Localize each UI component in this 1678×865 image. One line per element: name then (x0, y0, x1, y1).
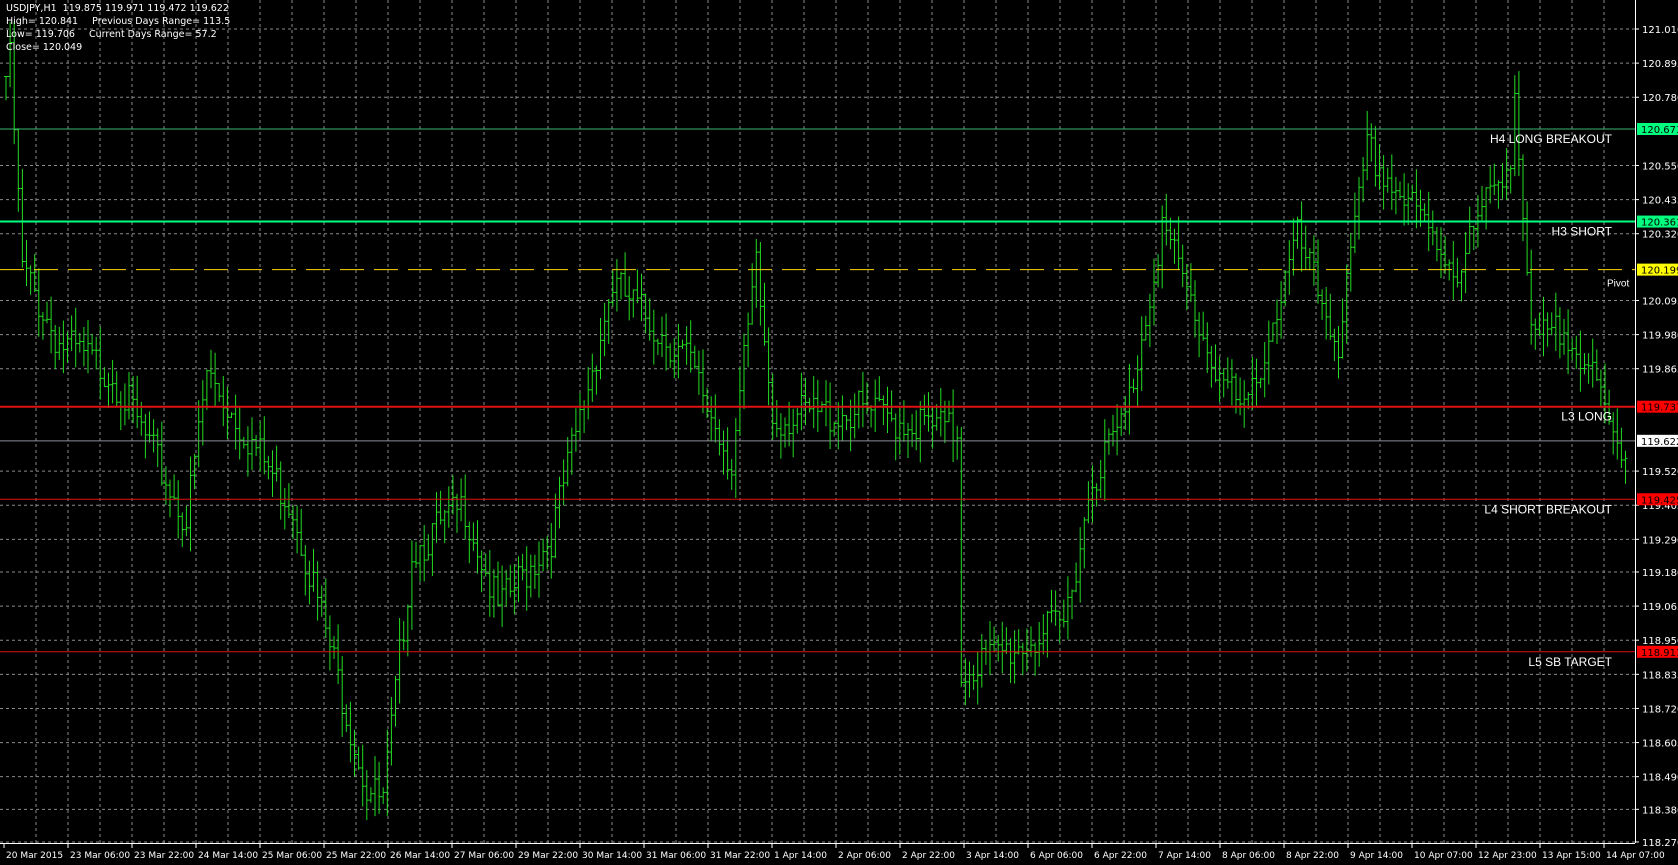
x-axis-label: 25 Mar 22:00 (326, 851, 386, 861)
price-tag-label: 119.622 (1641, 437, 1678, 448)
y-axis-label: 120.550 (1642, 161, 1678, 172)
y-axis-label: 120.895 (1642, 59, 1678, 70)
y-axis-label: 118.380 (1642, 805, 1678, 816)
x-axis-label: 2 Apr 06:00 (838, 851, 891, 861)
x-axis-label: 8 Apr 22:00 (1286, 851, 1339, 861)
x-axis-label: 25 Mar 06:00 (262, 851, 322, 861)
y-axis-label: 119.520 (1642, 467, 1678, 478)
price-tag-label: 118.911 (1641, 648, 1678, 659)
x-axis-label: 27 Mar 06:00 (454, 851, 514, 861)
price-tag-label: 120.199 (1641, 266, 1678, 277)
x-axis-label: 6 Apr 22:00 (1094, 851, 1147, 861)
price-tag-label: 120.673 (1641, 125, 1678, 136)
x-axis-label: 6 Apr 06:00 (1030, 851, 1083, 861)
level-label: L5 SB TARGET (1528, 655, 1612, 669)
price-chart[interactable]: 121.010 120.895 120.780 120.550 120.435 120.3… (0, 0, 1678, 865)
x-axis-label: 2 Apr 22:00 (902, 851, 955, 861)
previous-days-range: Previous Days Range= 113.5 (92, 16, 231, 27)
high-value: High= 120.841 (6, 16, 79, 27)
x-axis-label: 24 Mar 14:00 (198, 851, 258, 861)
x-axis-label: 8 Apr 06:00 (1222, 851, 1275, 861)
level-label: L3 LONG (1561, 410, 1612, 424)
price-tag-label: 120.361 (1641, 218, 1678, 229)
y-axis-label: 118.490 (1642, 773, 1678, 784)
x-axis-label: 29 Mar 22:00 (518, 851, 578, 861)
y-axis-label: 119.980 (1642, 331, 1678, 342)
x-axis-label: 23 Mar 22:00 (134, 851, 194, 861)
x-axis-label: 3 Apr 14:00 (966, 851, 1019, 861)
level-label: Pivot (1607, 279, 1629, 290)
x-axis-label: 1 Apr 14:00 (774, 851, 827, 861)
x-axis-label: 30 Mar 14:00 (582, 851, 642, 861)
y-axis-label: 118.950 (1642, 636, 1678, 647)
x-axis-label: 31 Mar 22:00 (710, 851, 770, 861)
y-axis-label: 118.270 (1642, 838, 1678, 849)
x-axis-label: 14 Apr 07:00 (1606, 851, 1665, 861)
y-axis-label: 120.435 (1642, 196, 1678, 207)
y-axis-label: 118.720 (1642, 704, 1678, 715)
price-tag-label: 119.425 (1641, 495, 1678, 506)
y-axis-label: 120.780 (1642, 93, 1678, 104)
close-value: Close= 120.049 (6, 42, 83, 53)
x-axis-label: 26 Mar 14:00 (390, 851, 450, 861)
x-axis-label: 10 Apr 07:00 (1414, 851, 1473, 861)
x-axis-label: 7 Apr 14:00 (1158, 851, 1211, 861)
y-axis-label: 121.010 (1642, 25, 1678, 36)
y-axis-label: 118.605 (1642, 739, 1678, 750)
y-axis-label: 119.865 (1642, 365, 1678, 376)
y-axis-label: 120.095 (1642, 296, 1678, 307)
chart-info-panel: USDJPY,H1 119.875 119.971 119.472 119.62… (6, 2, 244, 54)
y-axis-label: 119.290 (1642, 535, 1678, 546)
level-label: H3 SHORT (1552, 225, 1613, 239)
y-axis-label: 119.065 (1642, 602, 1678, 613)
x-axis-label: 12 Apr 23:00 (1478, 851, 1537, 861)
x-axis-label: 31 Mar 06:00 (646, 851, 706, 861)
y-axis-label: 120.320 (1642, 230, 1678, 241)
symbol-ohlc: USDJPY,H1 119.875 119.971 119.472 119.62… (6, 3, 229, 14)
level-label: H4 LONG BREAKOUT (1490, 132, 1613, 146)
y-axis-label: 118.835 (1642, 670, 1678, 681)
x-axis-label: 23 Mar 06:00 (70, 851, 130, 861)
level-label: L4 SHORT BREAKOUT (1484, 502, 1612, 516)
current-days-range: Current Days Range= 57.2 (88, 29, 217, 40)
x-axis-label: 13 Apr 15:00 (1542, 851, 1601, 861)
low-value: Low= 119.706 (6, 29, 75, 40)
x-axis-label: 9 Apr 14:00 (1350, 851, 1403, 861)
y-axis-label: 119.180 (1642, 568, 1678, 579)
price-tag-label: 119.737 (1641, 403, 1678, 414)
x-axis-label: 20 Mar 2015 (6, 851, 63, 861)
